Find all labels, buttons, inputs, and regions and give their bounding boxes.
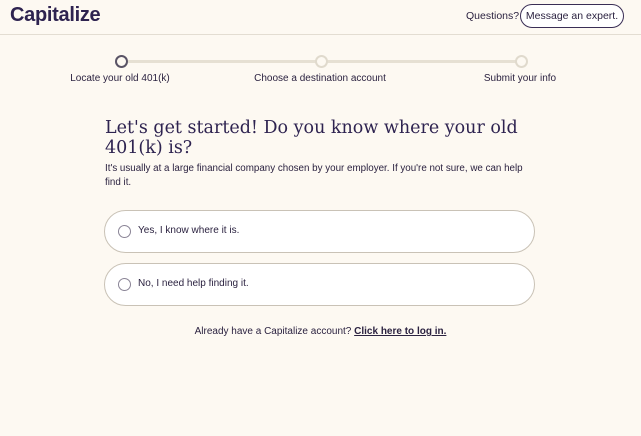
login-prompt-text: Already have a Capitalize account? (194, 326, 352, 337)
capitalize-logo[interactable]: Capitalize (10, 4, 101, 27)
step-3-label: Submit your info (483, 73, 557, 84)
questions-label: Questions? (466, 10, 520, 22)
option-label: Yes, I know where it is. (138, 225, 240, 236)
radio-button[interactable] (118, 225, 131, 238)
login-link[interactable]: Click here to log in. (354, 326, 446, 337)
step-1-label: Locate your old 401(k) (70, 73, 170, 84)
message-expert-button[interactable]: Message an expert. (520, 4, 624, 28)
page-subtitle: It's usually at a large financial compan… (105, 163, 523, 188)
step-3-indicator (515, 55, 528, 68)
option-need-help[interactable]: No, I need help finding it. (104, 263, 535, 306)
step-2-indicator (315, 55, 328, 68)
page-title: Let's get started! Do you know where you… (105, 118, 518, 158)
option-know-location[interactable]: Yes, I know where it is. (104, 210, 535, 253)
step-2-label: Choose a destination account (254, 73, 386, 84)
step-1-indicator (115, 55, 128, 68)
option-label: No, I need help finding it. (138, 278, 249, 289)
radio-button[interactable] (118, 278, 131, 291)
top-header: Capitalize Questions? Message an expert. (0, 0, 641, 35)
login-prompt-row: Already have a Capitalize account? Click… (0, 326, 641, 337)
